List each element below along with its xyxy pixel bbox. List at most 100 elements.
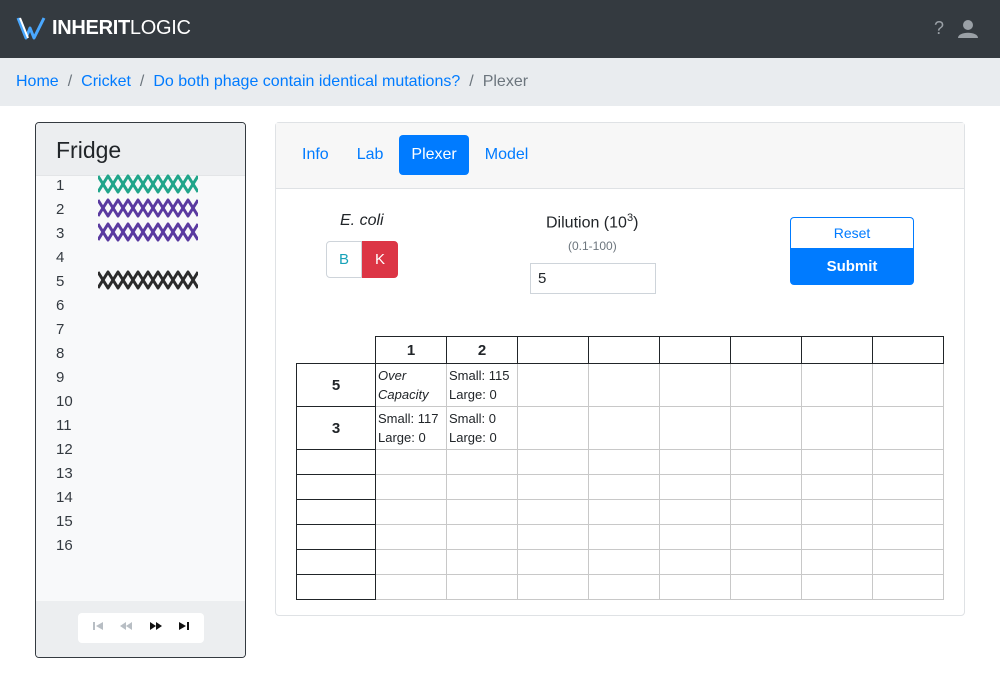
grid-cell[interactable] [659, 524, 731, 550]
grid-cell[interactable] [872, 524, 944, 550]
grid-cell[interactable] [872, 449, 944, 475]
strain-k-button[interactable]: K [362, 241, 398, 278]
grid-cell[interactable] [659, 574, 731, 600]
grid-cell[interactable] [446, 499, 518, 525]
grid-cell[interactable]: Over Capacity [375, 363, 447, 407]
fridge-slot[interactable]: 8 [56, 341, 236, 365]
grid-cell[interactable] [730, 449, 802, 475]
fridge-slot[interactable]: 11 [56, 413, 236, 437]
breadcrumb-problem[interactable]: Do both phage contain identical mutation… [153, 73, 460, 91]
grid-cell[interactable] [730, 499, 802, 525]
grid-cell[interactable] [801, 363, 873, 407]
grid-cell[interactable] [375, 449, 447, 475]
grid-cell[interactable] [375, 549, 447, 575]
grid-cell[interactable]: Small: 0 Large: 0 [446, 406, 518, 450]
phage-teal-icon[interactable] [96, 173, 200, 200]
grid-cell[interactable] [801, 499, 873, 525]
grid-cell[interactable] [730, 406, 802, 450]
grid-cell[interactable] [872, 574, 944, 600]
fridge-slot[interactable]: 7 [56, 317, 236, 341]
fridge-slot[interactable]: 9 [56, 365, 236, 389]
grid-cell[interactable] [730, 574, 802, 600]
fridge-slot[interactable]: 14 [56, 485, 236, 509]
grid-cell[interactable] [588, 524, 660, 550]
grid-cell[interactable] [659, 549, 731, 575]
grid-cell[interactable] [588, 574, 660, 600]
grid-cell[interactable]: Small: 115 Large: 0 [446, 363, 518, 407]
grid-cell[interactable] [517, 449, 589, 475]
reset-button[interactable]: Reset [790, 217, 914, 248]
tab-model[interactable]: Model [473, 135, 541, 175]
breadcrumb-home[interactable]: Home [16, 73, 59, 91]
grid-cell[interactable] [801, 549, 873, 575]
phage-purple-icon[interactable] [96, 197, 200, 224]
grid-cell[interactable] [446, 524, 518, 550]
grid-cell[interactable] [872, 549, 944, 575]
grid-cell[interactable]: Small: 117 Large: 0 [375, 406, 447, 450]
grid-cell[interactable] [801, 406, 873, 450]
grid-cell[interactable] [446, 574, 518, 600]
grid-cell[interactable] [588, 449, 660, 475]
grid-cell[interactable] [375, 574, 447, 600]
fridge-slot[interactable]: 2 [56, 197, 236, 221]
fridge-slot[interactable]: 4 [56, 245, 236, 269]
grid-cell[interactable] [872, 406, 944, 450]
grid-cell[interactable] [517, 474, 589, 500]
grid-cell[interactable] [872, 499, 944, 525]
grid-cell[interactable] [446, 449, 518, 475]
grid-cell[interactable] [517, 499, 589, 525]
grid-cell[interactable] [659, 449, 731, 475]
grid-cell[interactable] [801, 524, 873, 550]
grid-cell[interactable] [730, 474, 802, 500]
grid-cell[interactable] [730, 363, 802, 407]
grid-cell[interactable] [517, 406, 589, 450]
user-icon[interactable] [958, 19, 978, 39]
grid-cell[interactable] [517, 549, 589, 575]
fridge-slot[interactable]: 5 [56, 269, 236, 293]
grid-cell[interactable] [588, 549, 660, 575]
grid-cell[interactable] [801, 474, 873, 500]
last-page-icon[interactable] [177, 619, 191, 638]
fridge-slot[interactable]: 10 [56, 389, 236, 413]
fridge-slot[interactable]: 1 [56, 173, 236, 197]
fridge-slot[interactable]: 13 [56, 461, 236, 485]
fridge-slot[interactable]: 15 [56, 509, 236, 533]
tab-plexer[interactable]: Plexer [399, 135, 469, 175]
grid-cell[interactable] [517, 524, 589, 550]
grid-cell[interactable] [872, 363, 944, 407]
grid-cell[interactable] [375, 499, 447, 525]
tab-info[interactable]: Info [290, 135, 341, 175]
grid-cell[interactable] [375, 474, 447, 500]
app-logo[interactable]: INHERITLOGIC [16, 16, 191, 40]
grid-cell[interactable] [801, 574, 873, 600]
grid-cell[interactable] [517, 363, 589, 407]
tab-lab[interactable]: Lab [345, 135, 396, 175]
grid-cell[interactable] [588, 474, 660, 500]
strain-b-button[interactable]: B [326, 241, 362, 278]
fridge-slot[interactable]: 12 [56, 437, 236, 461]
fridge-slot[interactable]: 3 [56, 221, 236, 245]
help-icon[interactable]: ? [934, 18, 944, 39]
next-page-icon[interactable] [148, 619, 164, 638]
grid-cell[interactable] [517, 574, 589, 600]
phage-purple-icon[interactable] [96, 221, 200, 248]
grid-cell[interactable] [588, 499, 660, 525]
grid-cell[interactable] [872, 474, 944, 500]
grid-cell[interactable] [659, 406, 731, 450]
fridge-slot[interactable]: 16 [56, 533, 236, 557]
grid-cell[interactable] [446, 474, 518, 500]
grid-cell[interactable] [730, 549, 802, 575]
grid-cell[interactable] [659, 499, 731, 525]
fridge-slot[interactable]: 6 [56, 293, 236, 317]
grid-cell[interactable] [801, 449, 873, 475]
breadcrumb-cricket[interactable]: Cricket [81, 73, 131, 91]
prev-page-icon[interactable] [118, 619, 134, 638]
grid-cell[interactable] [659, 363, 731, 407]
submit-button[interactable]: Submit [790, 248, 914, 285]
grid-cell[interactable] [446, 549, 518, 575]
grid-cell[interactable] [730, 524, 802, 550]
first-page-icon[interactable] [91, 619, 105, 638]
phage-black-icon[interactable] [96, 269, 200, 296]
grid-cell[interactable] [659, 474, 731, 500]
grid-cell[interactable] [588, 363, 660, 407]
